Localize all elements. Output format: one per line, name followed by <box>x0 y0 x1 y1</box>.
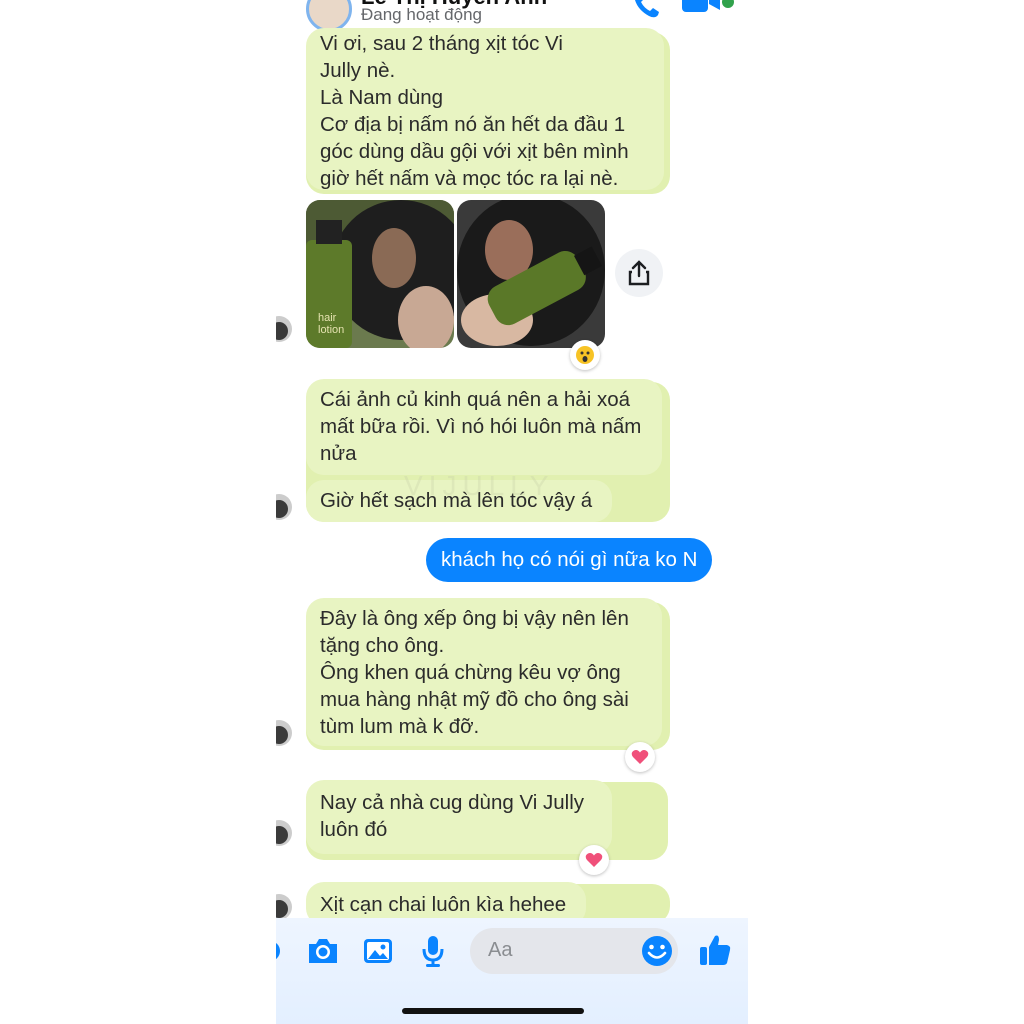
sender-avatar[interactable] <box>276 720 292 746</box>
sent-message-bubble[interactable]: khách họ có nói gì nữa ko N <box>426 538 713 582</box>
message-line: mất bữa rồi. Vì nó hói luôn mà nấm <box>320 415 642 438</box>
composer-bar: Aa <box>276 918 748 1024</box>
sender-avatar[interactable] <box>276 894 292 920</box>
microphone-icon[interactable] <box>420 934 446 968</box>
reaction-wow[interactable] <box>570 340 600 370</box>
video-icon[interactable] <box>682 0 722 14</box>
message-line: giờ hết nấm và mọc tóc ra lại nè. <box>320 167 619 190</box>
message-line: nửa <box>320 442 357 465</box>
chat-screen: Lê Thị Huyền Anh Đang hoạt động Vi ơi, s… <box>276 0 748 1024</box>
phone-icon[interactable] <box>632 0 662 20</box>
bottle-label: hair lotion <box>318 312 345 336</box>
message-line: Nay cả nhà cug dùng Vi Jully <box>320 791 585 814</box>
photo-before[interactable]: hair lotion <box>306 200 454 348</box>
message-line: Vi ơi, sau 2 tháng xịt tóc Vi <box>320 32 563 55</box>
message-line: Xịt cạn chai luôn kìa hehee <box>320 893 567 916</box>
message-line: tặng cho ông. <box>320 634 445 657</box>
message-line: mua hàng nhật mỹ đồ cho ông sài <box>320 688 629 711</box>
online-dot <box>722 0 734 8</box>
message-line: tùm lum mà k đỡ. <box>320 715 480 738</box>
active-status: Đang hoạt động <box>361 5 482 24</box>
message-line: luôn đó <box>320 818 388 841</box>
message-line: Cái ảnh củ kinh quá nên a hải xoá <box>320 388 631 411</box>
sender-avatar[interactable] <box>276 820 292 846</box>
sender-avatar[interactable] <box>276 316 292 342</box>
apps-icon[interactable] <box>276 938 284 964</box>
heart-icon <box>585 853 603 867</box>
reaction-heart[interactable] <box>625 742 655 772</box>
message-line: góc dùng dầu gội với xịt bên mình <box>320 140 629 163</box>
message-bubble[interactable]: Cái ảnh củ kinh quá nên a hải xoá mất bữ… <box>306 379 662 475</box>
message-line: Cơ địa bị nấm nó ăn hết da đầu 1 <box>320 113 626 136</box>
smile-icon[interactable] <box>640 934 674 968</box>
photo-after[interactable] <box>457 200 605 348</box>
message-bubble[interactable]: Nay cả nhà cug dùng Vi Jully luôn đó <box>306 780 612 854</box>
thumbs-up-icon[interactable] <box>698 932 732 968</box>
wow-emoji-icon <box>576 346 594 364</box>
image-icon[interactable] <box>362 936 394 966</box>
message-line: Ông khen quá chừng kêu vợ ông <box>320 661 621 684</box>
input-placeholder: Aa <box>488 939 513 961</box>
message-line: Đây là ông xếp ông bị vậy nên lên <box>320 607 629 630</box>
watermark: VIJULLY <box>404 470 555 501</box>
sender-avatar[interactable] <box>276 494 292 520</box>
message-line: Jully nè. <box>320 59 396 82</box>
heart-icon <box>631 750 649 764</box>
reaction-heart[interactable] <box>579 845 609 875</box>
message-bubble[interactable]: Đây là ông xếp ông bị vậy nên lên tặng c… <box>306 598 662 746</box>
camera-icon[interactable] <box>306 936 340 966</box>
message-bubble[interactable]: Vi ơi, sau 2 tháng xịt tóc Vi Jully nè. … <box>306 28 664 190</box>
home-indicator <box>402 1008 584 1014</box>
share-icon <box>628 260 650 286</box>
share-button[interactable] <box>615 249 663 297</box>
message-line: Là Nam dùng <box>320 86 444 109</box>
message-input[interactable]: Aa <box>470 928 678 974</box>
